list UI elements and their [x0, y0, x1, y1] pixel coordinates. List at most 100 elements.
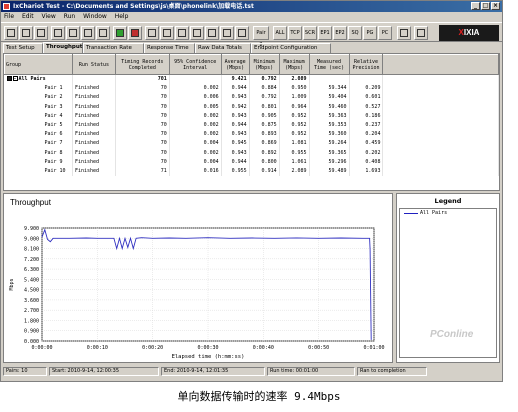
print-icon[interactable] [51, 26, 65, 40]
ep1-button[interactable]: EP1 [318, 26, 332, 40]
legend-box: All Pairs PConline [399, 208, 497, 358]
table-row[interactable]: Pair 5 Finished 70 0.002 0.944 0.875 0.952 59.3… [4, 120, 499, 130]
cell-confidence: 0.002 [169, 111, 222, 121]
tab-transaction-rate[interactable]: Transaction Rate [83, 43, 144, 53]
col-relative-precision[interactable]: Relative Precision [348, 54, 384, 75]
cell-average: 0.944 [221, 157, 250, 167]
sq-button[interactable]: SQ [348, 26, 362, 40]
cut-icon[interactable] [66, 26, 80, 40]
summary-average: 9.421 [221, 74, 250, 84]
multicast-icon[interactable] [190, 26, 204, 40]
table-row[interactable]: Pair 4 Finished 70 0.002 0.943 0.905 0.952 59.3… [4, 111, 499, 121]
scr-button[interactable]: SCR [303, 26, 317, 40]
open-icon[interactable] [19, 26, 33, 40]
col-run-status[interactable]: Run Status [71, 54, 116, 75]
cell-average: 0.944 [221, 120, 250, 130]
cell-measured-time: 59.365 [309, 148, 350, 158]
cell-group: Pair 8 [4, 148, 73, 158]
close-icon[interactable]: × [491, 2, 500, 10]
voip-pair-icon[interactable] [220, 26, 234, 40]
cell-maximum: 1.061 [279, 157, 310, 167]
edit-pair-icon[interactable] [175, 26, 189, 40]
copy-icon[interactable] [81, 26, 95, 40]
col-minimum[interactable]: Minimum (Mbps) [248, 54, 280, 75]
x-tick-label: 0:00:40 [253, 345, 274, 351]
menu-bar: File Edit View Run Window Help [1, 12, 502, 22]
y-tick-label: 9.000 [24, 236, 39, 242]
tab-throughput[interactable]: Throughput [43, 42, 83, 53]
legend-entry-all-pairs[interactable]: All Pairs [420, 210, 447, 216]
cell-relative-precision: 0.186 [349, 111, 384, 121]
table-row[interactable]: Pair 10 Finished 71 0.016 0.955 0.914 2.089 59.… [4, 166, 499, 176]
cell-records: 70 [115, 92, 170, 103]
cell-group: Pair 1 [4, 83, 73, 93]
paste-icon[interactable] [96, 26, 110, 40]
maximize-icon[interactable]: □ [481, 2, 490, 10]
pair-2-button[interactable]: Pair 2 [253, 26, 269, 48]
menu-help[interactable]: Help [112, 12, 132, 22]
cell-filler [382, 111, 499, 121]
table-row[interactable]: Pair 2 Finished 70 0.006 0.943 0.792 1.009 59.4… [4, 92, 499, 103]
col-group[interactable]: Group [4, 54, 73, 75]
tab-raw-data-totals[interactable]: Raw Data Totals [195, 43, 251, 53]
table-row[interactable]: Pair 3 Finished 70 0.005 0.942 0.801 0.964 59.4… [4, 102, 499, 112]
stop-icon[interactable] [128, 26, 142, 40]
tab-endpoint-configuration[interactable]: Endpoint Configuration [251, 43, 331, 53]
cell-confidence: 0.005 [169, 102, 222, 112]
menu-edit[interactable]: Edit [19, 12, 37, 22]
menu-view[interactable]: View [39, 12, 59, 22]
tcp-button[interactable]: TCP [288, 26, 302, 40]
add-pair-icon[interactable] [145, 26, 159, 40]
cell-run-status: Finished [72, 138, 116, 148]
col-timing-records[interactable]: Timing Records Completed [114, 54, 170, 75]
pg-button[interactable]: PG [363, 26, 377, 40]
menu-file[interactable]: File [1, 12, 17, 22]
results-table: Group Run Status Timing Records Complete… [3, 53, 500, 191]
col-average[interactable]: Average (Mbps) [220, 54, 250, 75]
summary-minimum: 0.792 [249, 74, 280, 84]
ep2-button[interactable]: EP2 [333, 26, 347, 40]
table-row-summary[interactable]: − All Pairs 701 9.421 0.792 2.089 [4, 74, 499, 84]
cell-filler [382, 157, 499, 167]
x-tick-label: 0:00:30 [197, 345, 218, 351]
table-row[interactable]: Pair 1 Finished 70 0.002 0.944 0.884 0.950 59.3… [4, 83, 499, 93]
tab-test-setup[interactable]: Test Setup [3, 43, 43, 53]
cell-run-status: Finished [72, 111, 116, 121]
options-icon[interactable] [235, 26, 249, 40]
y-tick-label: 2.700 [24, 308, 39, 314]
tab-response-time[interactable]: Response Time [144, 43, 195, 53]
table-row[interactable]: Pair 8 Finished 70 0.002 0.943 0.892 0.955 59.3… [4, 148, 499, 158]
menu-window[interactable]: Window [80, 12, 110, 22]
cell-average: 0.944 [221, 83, 250, 93]
cell-relative-precision: 0.202 [349, 148, 384, 158]
status-start: Start: 2010-9-14, 12:00:35 [49, 367, 159, 376]
pc-button[interactable]: PC [378, 26, 392, 40]
video-pair-icon[interactable] [205, 26, 219, 40]
col-measured-time[interactable]: Measured Time (sec) [308, 54, 350, 75]
y-tick-label: 9.900 [24, 226, 39, 232]
minimize-icon[interactable]: _ [471, 2, 480, 10]
legend-panel: Legend All Pairs PConline [396, 193, 500, 363]
cell-measured-time: 59.363 [309, 111, 350, 121]
col-maximum[interactable]: Maximum (Mbps) [278, 54, 310, 75]
new-icon[interactable] [4, 26, 18, 40]
help-icon[interactable] [414, 26, 428, 40]
status-pairs: Pairs: 10 [3, 367, 47, 376]
chart-icon[interactable] [397, 26, 411, 40]
cell-maximum: 0.964 [279, 102, 310, 112]
cell-run-status: Finished [72, 102, 116, 112]
cell-run-status: Finished [72, 148, 116, 158]
run-icon[interactable] [113, 26, 127, 40]
save-icon[interactable] [34, 26, 48, 40]
table-row[interactable]: Pair 9 Finished 70 0.004 0.944 0.800 1.061 59.2… [4, 157, 499, 167]
col-confidence[interactable]: 95% Confidence Interval [168, 54, 222, 75]
table-row[interactable]: Pair 7 Finished 70 0.004 0.945 0.869 1.081 59.2… [4, 138, 499, 148]
collapse-icon[interactable]: − [12, 76, 18, 82]
add-multiple-pairs-icon[interactable] [160, 26, 174, 40]
cell-minimum: 0.875 [249, 120, 280, 130]
cell-filler [382, 102, 499, 112]
cell-maximum: 2.089 [279, 166, 310, 176]
table-row[interactable]: Pair 6 Finished 70 0.002 0.943 0.893 0.952 59.3… [4, 129, 499, 139]
menu-run[interactable]: Run [61, 12, 79, 22]
all-button[interactable]: ALL [273, 26, 287, 40]
